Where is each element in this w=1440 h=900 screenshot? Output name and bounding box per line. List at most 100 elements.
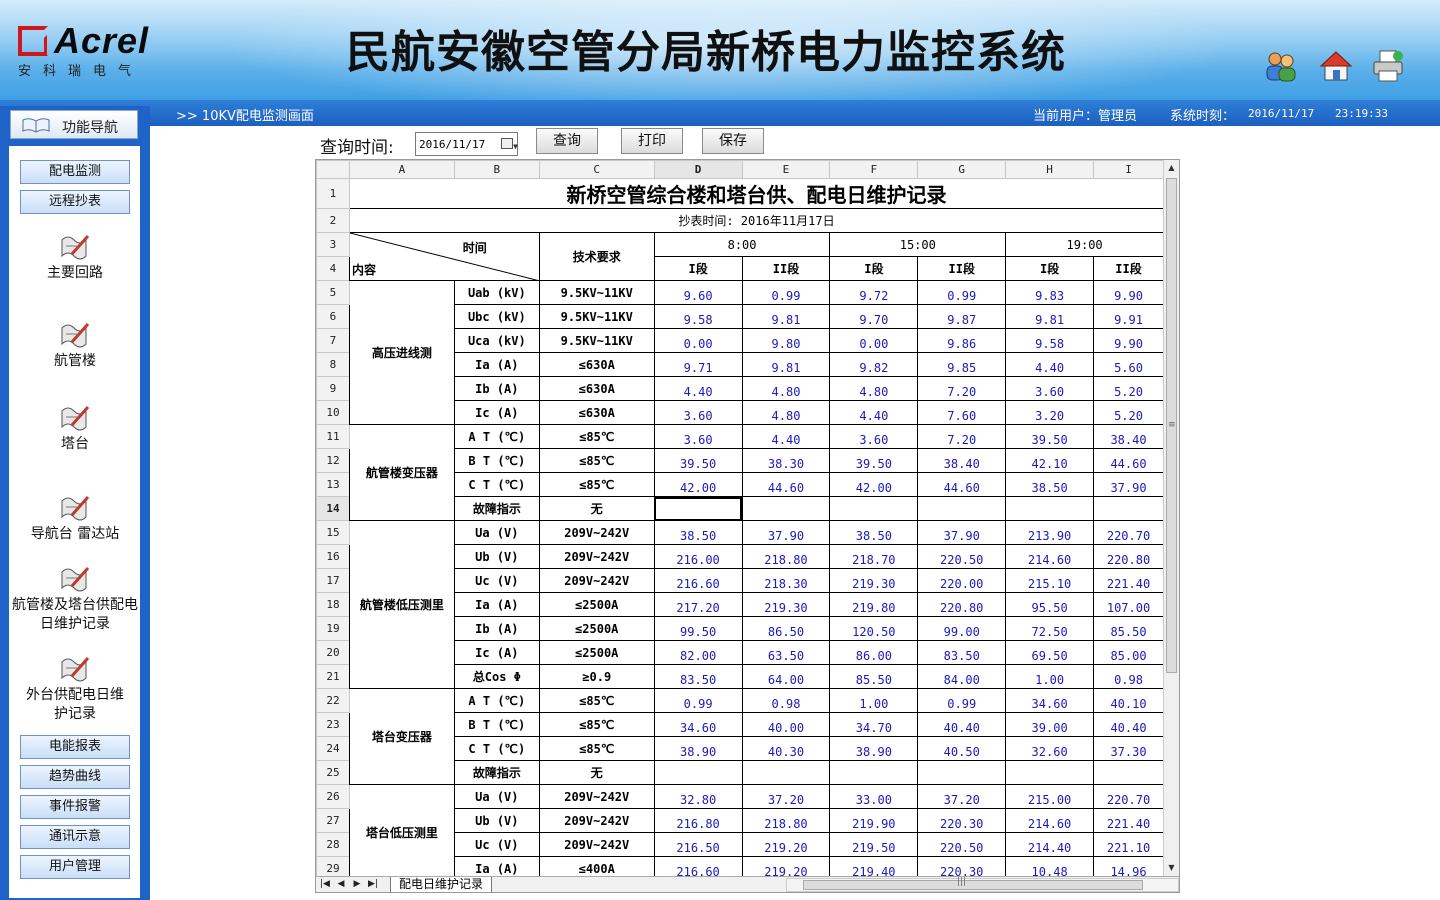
vertical-scrollbar[interactable]: ▲ ≡ ▼: [1163, 160, 1179, 876]
row-number[interactable]: 8: [316, 352, 350, 377]
value-cell[interactable]: 83.50: [653, 664, 743, 689]
value-cell[interactable]: 5.60: [1093, 352, 1164, 377]
row-number[interactable]: 5: [316, 280, 350, 305]
item-name[interactable]: Ib (A): [453, 616, 540, 641]
value-cell[interactable]: [829, 496, 919, 521]
value-cell[interactable]: 9.80: [741, 328, 831, 353]
row-number[interactable]: 23: [316, 712, 350, 737]
value-cell[interactable]: 9.91: [1093, 304, 1164, 329]
value-cell[interactable]: 82.00: [653, 640, 743, 665]
tech-requirement[interactable]: ≤85℃: [538, 448, 655, 473]
column-header[interactable]: I: [1093, 160, 1164, 179]
value-cell[interactable]: 9.81: [1005, 304, 1095, 329]
value-cell[interactable]: 217.20: [653, 592, 743, 617]
nav-button-power-monitoring[interactable]: 配电监测: [20, 160, 130, 184]
row-number[interactable]: 1: [316, 178, 350, 209]
value-cell[interactable]: 9.85: [917, 352, 1007, 377]
value-cell[interactable]: 220.70: [1093, 520, 1164, 545]
value-cell[interactable]: 4.80: [741, 376, 831, 401]
value-cell[interactable]: 214.40: [1005, 832, 1095, 857]
value-cell[interactable]: 120.50: [829, 616, 919, 641]
value-cell[interactable]: 99.00: [917, 616, 1007, 641]
value-cell[interactable]: 9.82: [829, 352, 919, 377]
segment-header[interactable]: II段: [1093, 256, 1164, 281]
value-cell[interactable]: 221.10: [1093, 832, 1164, 857]
value-cell[interactable]: 86.00: [829, 640, 919, 665]
column-header[interactable]: A: [348, 160, 455, 179]
value-cell[interactable]: 9.72: [829, 280, 919, 305]
nav-button-event-alarm[interactable]: 事件报警: [20, 795, 130, 819]
value-cell[interactable]: 40.10: [1093, 688, 1164, 713]
value-cell[interactable]: 219.80: [829, 592, 919, 617]
item-name[interactable]: Uc (V): [453, 568, 540, 593]
value-cell[interactable]: 39.50: [653, 448, 743, 473]
value-cell[interactable]: 44.60: [741, 472, 831, 497]
item-name[interactable]: Ub (V): [453, 544, 540, 569]
row-number[interactable]: 3: [316, 232, 350, 257]
value-cell[interactable]: 219.20: [741, 832, 831, 857]
item-name[interactable]: A T (℃): [453, 424, 540, 449]
value-cell[interactable]: 219.40: [829, 856, 919, 876]
tech-requirement[interactable]: ≤85℃: [538, 688, 655, 713]
row-number[interactable]: 9: [316, 376, 350, 401]
value-cell[interactable]: 214.60: [1005, 808, 1095, 833]
sheet-title[interactable]: 新桥空管综合楼和塔台供、配电日维护记录: [348, 178, 1164, 209]
query-button[interactable]: 查询: [536, 128, 598, 154]
value-cell[interactable]: 214.60: [1005, 544, 1095, 569]
tech-requirement[interactable]: 9.5KV~11KV: [538, 328, 655, 353]
value-cell[interactable]: 220.50: [917, 832, 1007, 857]
row-number[interactable]: 13: [316, 472, 350, 497]
value-cell[interactable]: 39.00: [1005, 712, 1095, 737]
nav-button-communication[interactable]: 通讯示意: [20, 825, 130, 849]
value-cell[interactable]: 38.50: [829, 520, 919, 545]
item-name[interactable]: B T (℃): [453, 712, 540, 737]
scroll-down-arrow-icon[interactable]: ▼: [1164, 860, 1179, 876]
value-cell[interactable]: 63.50: [741, 640, 831, 665]
value-cell[interactable]: 4.40: [1005, 352, 1095, 377]
item-name[interactable]: Ia (A): [453, 592, 540, 617]
value-cell[interactable]: 86.50: [741, 616, 831, 641]
value-cell[interactable]: 220.00: [917, 568, 1007, 593]
tech-requirement[interactable]: ≤2500A: [538, 592, 655, 617]
tech-requirement[interactable]: ≤85℃: [538, 424, 655, 449]
value-cell[interactable]: 218.80: [741, 544, 831, 569]
value-cell[interactable]: 219.30: [741, 592, 831, 617]
value-cell[interactable]: 218.30: [741, 568, 831, 593]
value-cell[interactable]: 40.30: [741, 736, 831, 761]
tech-requirement[interactable]: 9.5KV~11KV: [538, 280, 655, 305]
value-cell[interactable]: 32.60: [1005, 736, 1095, 761]
value-cell[interactable]: 85.50: [829, 664, 919, 689]
row-number[interactable]: 12: [316, 448, 350, 473]
row-number[interactable]: 18: [316, 592, 350, 617]
value-cell[interactable]: 0.00: [653, 328, 743, 353]
value-cell[interactable]: 215.10: [1005, 568, 1095, 593]
group-label[interactable]: 航管楼低压测里: [348, 520, 455, 689]
value-cell[interactable]: 14.96: [1093, 856, 1164, 876]
value-cell[interactable]: 38.30: [741, 448, 831, 473]
value-cell[interactable]: 219.30: [829, 568, 919, 593]
item-name[interactable]: Uca (kV): [453, 328, 540, 353]
tech-requirement[interactable]: 9.5KV~11KV: [538, 304, 655, 329]
row-number[interactable]: 15: [316, 520, 350, 545]
value-cell[interactable]: 213.90: [1005, 520, 1095, 545]
item-name[interactable]: Ia (A): [453, 856, 540, 876]
tech-requirement[interactable]: 209V~242V: [538, 784, 655, 809]
value-cell[interactable]: 40.50: [917, 736, 1007, 761]
value-cell[interactable]: 9.71: [653, 352, 743, 377]
tech-requirement[interactable]: ≤400A: [538, 856, 655, 876]
value-cell[interactable]: [917, 760, 1007, 785]
value-cell[interactable]: 216.50: [653, 832, 743, 857]
row-number[interactable]: 24: [316, 736, 350, 761]
value-cell[interactable]: 9.60: [653, 280, 743, 305]
value-cell[interactable]: 215.00: [1005, 784, 1095, 809]
corner-cell[interactable]: [316, 160, 350, 179]
nav-button-energy-report[interactable]: 电能报表: [20, 735, 130, 759]
last-sheet-icon[interactable]: ▶|: [366, 879, 380, 889]
value-cell[interactable]: 95.50: [1005, 592, 1095, 617]
group-label[interactable]: 塔台变压器: [348, 688, 455, 785]
row-number[interactable]: 22: [316, 688, 350, 713]
row-number[interactable]: 4: [316, 256, 350, 281]
row-number[interactable]: 10: [316, 400, 350, 425]
row-number[interactable]: 14: [316, 496, 350, 521]
item-name[interactable]: 故障指示: [453, 760, 540, 785]
